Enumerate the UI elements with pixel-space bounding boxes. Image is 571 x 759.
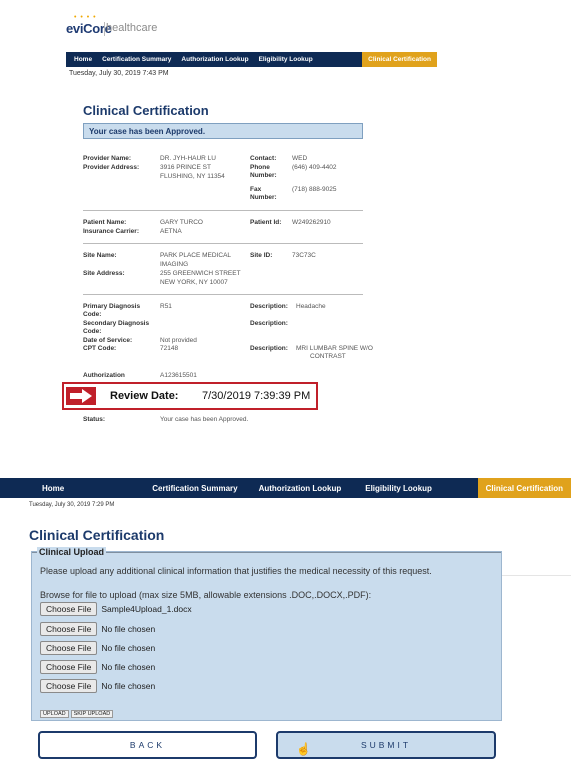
date-of-service-label: Date of Service: [83,337,133,344]
divider [502,575,571,576]
secondary-diagnosis-label: Secondary Diagnosis [83,320,150,327]
upload-actions: UPLOAD SKIP UPLOAD [40,710,115,718]
choose-file-button[interactable]: Choose File [40,679,98,693]
file-name: No file chosen [101,624,156,634]
patient-name: GARY TURCO [160,219,203,226]
cpt-description-line2: CONTRAST [310,353,346,360]
cpt-description-label: Description: [250,345,288,352]
file-input-row: Choose File No file chosen [40,679,155,693]
clinical-upload-legend: Clinical Upload [37,547,107,557]
divider [83,294,363,295]
authorization-label: Authorization [83,372,125,379]
nav-clinical-certification[interactable]: Clinical Certification [362,52,437,67]
divider [83,243,363,244]
nav-eligibility-lookup[interactable]: Eligibility Lookup [254,56,318,63]
provider-name: DR. JYH-HAUR LU [160,155,216,162]
fax-label: Fax [250,186,262,193]
fax-label-2: Number: [250,194,277,201]
nav-authorization-lookup[interactable]: Authorization Lookup [176,56,253,63]
nav-clinical-certification[interactable]: Clinical Certification [477,478,571,498]
phone-value: (646) 409-4402 [292,164,337,171]
provider-address-label: Provider Address: [83,164,140,171]
primary-diagnosis-label: Primary Diagnosis [83,303,141,310]
browse-instruction: Browse for file to upload (max size 5MB,… [40,590,372,600]
nav-eligibility-lookup[interactable]: Eligibility Lookup [365,484,432,493]
primary-diagnosis-label-2: Code: [83,311,102,318]
site-name-line1: PARK PLACE MEDICAL [160,252,232,259]
contact-value: WED [292,155,308,162]
main-nav-bar: Home Certification Summary Authorization… [0,478,571,498]
provider-name-label: Provider Name: [83,155,132,162]
page-date: Tuesday, July 30, 2019 7:43 PM [69,70,169,77]
secondary-description-label: Description: [250,320,288,327]
status-label: Status: [83,416,106,423]
authorization-number: A123615501 [160,372,197,379]
primary-description-label: Description: [250,303,288,310]
contact-label: Contact: [250,155,277,162]
site-address-label: Site Address: [83,270,125,277]
provider-address-line2: FLUSHING, NY 11354 [160,173,225,180]
choose-file-button[interactable]: Choose File [40,660,98,674]
site-name-label: Site Name: [83,252,117,259]
divider [83,210,363,211]
nav-certification-summary[interactable]: Certification Summary [97,56,176,63]
site-name-line2: IMAGING [160,261,189,268]
logo-suffix: healthcare [106,22,158,34]
site-address-line2: NEW YORK, NY 10007 [160,279,228,286]
page-date: Tuesday, July 30, 2019 7:29 PM [29,502,115,508]
secondary-diagnosis-label-2: Code: [83,328,102,335]
status-banner: Your case has been Approved. [83,123,363,139]
nav-home[interactable]: Home [66,56,97,63]
upload-instruction: Please upload any additional clinical in… [40,566,432,576]
phone-label: Phone [250,164,270,171]
clinical-upload-panel [31,551,502,721]
cpt-description-line1: MRI LUMBAR SPINE W/O [296,345,373,352]
cpt-code: 72148 [160,345,179,352]
file-name: No file chosen [101,643,156,653]
back-button[interactable]: BACK [38,731,257,759]
review-date-value: 7/30/2019 7:39:39 PM [202,390,311,402]
file-input-row: Choose File Sample4Upload_1.docx [40,602,192,616]
choose-file-button[interactable]: Choose File [40,602,98,616]
provider-address-line1: 3916 PRINCE ST [160,164,211,171]
insurance-carrier-label: Insurance Carrier: [83,228,139,235]
site-address-line1: 255 GREENWICH STREET [160,270,241,277]
logo-dots-icon: • • • • [74,14,97,21]
page-title: Clinical Certification [29,527,165,543]
date-of-service: Not provided [160,337,197,344]
choose-file-button[interactable]: Choose File [40,641,98,655]
primary-diagnosis-code: R51 [160,303,172,310]
primary-description: Headache [296,303,326,310]
file-input-row: Choose File No file chosen [40,622,155,636]
file-name: No file chosen [101,662,156,672]
arrow-right-icon [66,387,96,405]
top-nav-bar: Home Certification Summary Authorization… [66,52,437,67]
file-name: Sample4Upload_1.docx [101,604,192,614]
site-id-label: Site ID: [250,252,273,259]
cpt-code-label: CPT Code: [83,345,117,352]
file-name: No file chosen [101,681,156,691]
review-date-label: Review Date: [110,390,179,402]
file-input-row: Choose File No file chosen [40,660,155,674]
page-title: Clinical Certification [83,103,209,118]
nav-authorization-lookup[interactable]: Authorization Lookup [259,484,342,493]
patient-id-label: Patient Id: [250,219,282,226]
nav-home[interactable]: Home [42,484,64,493]
choose-file-button[interactable]: Choose File [40,622,98,636]
site-id: 73C73C [292,252,316,259]
evicore-logo: • • • • eviCore healthcare [66,12,186,42]
patient-name-label: Patient Name: [83,219,127,226]
status-value: Your case has been Approved. [160,416,249,423]
fax-value: (718) 888-9025 [292,186,337,193]
skip-upload-button[interactable]: SKIP UPLOAD [70,710,114,718]
upload-button[interactable]: UPLOAD [40,710,69,718]
phone-label-2: Number: [250,172,277,179]
logo-divider [104,22,105,36]
hand-cursor-icon: ☝ [296,742,311,756]
file-input-row: Choose File No file chosen [40,641,155,655]
nav-certification-summary[interactable]: Certification Summary [152,484,237,493]
patient-id: W249262910 [292,219,331,226]
insurance-carrier: AETNA [160,228,182,235]
